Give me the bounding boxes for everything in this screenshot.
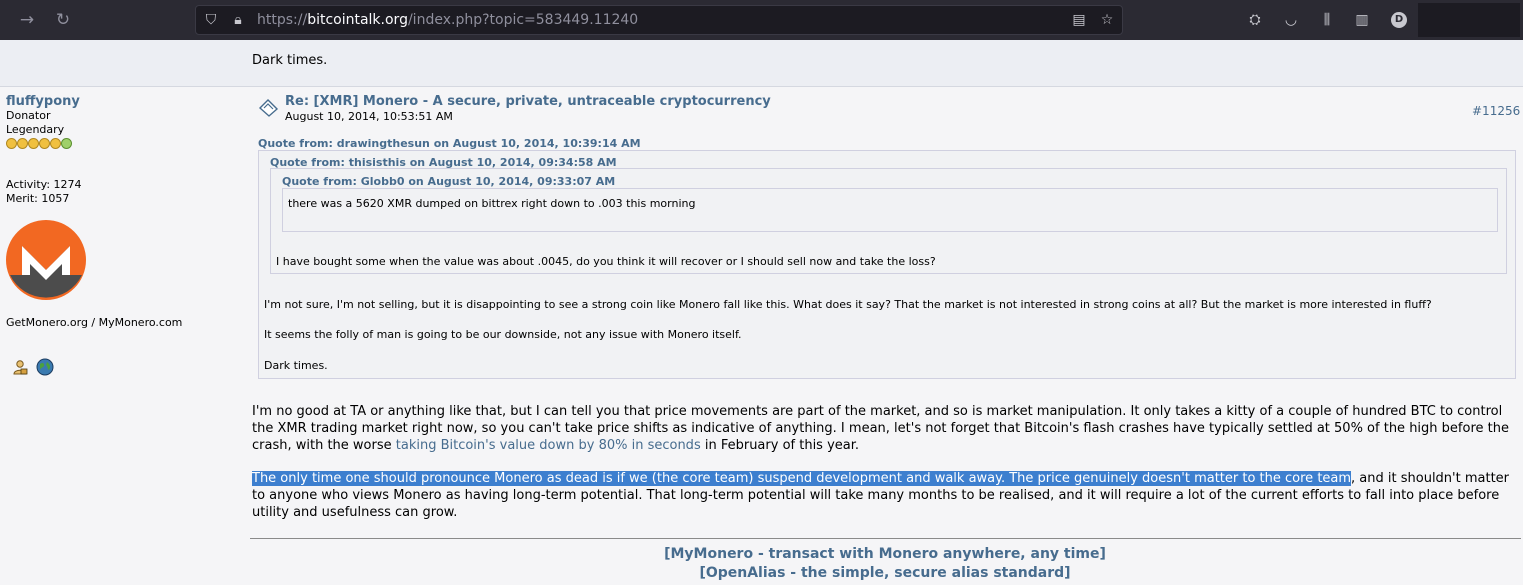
quote-text-drawingthesun-3: Dark times.	[264, 359, 328, 372]
post-message-icon	[258, 99, 279, 117]
bitcoin-flash-crash-link[interactable]: taking Bitcoin's value down by 80% in se…	[396, 438, 701, 453]
lock-icon[interactable]: 🔒︎	[229, 11, 247, 29]
poster-signature-sites: GetMonero.org / MyMonero.com	[6, 316, 183, 329]
rank-stars	[6, 138, 236, 150]
quote-box-globb0	[282, 188, 1498, 232]
reader-view-icon[interactable]: ▤	[1070, 11, 1088, 29]
forward-arrow-icon[interactable]: →	[16, 9, 38, 31]
poster-rank: Donator	[6, 109, 51, 122]
address-bar[interactable]: ⛉ 🔒︎ https://bitcointalk.org/index.php?t…	[195, 5, 1123, 35]
quote-header-drawingthesun[interactable]: Quote from: drawingthesun on August 10, …	[258, 137, 641, 150]
account-avatar[interactable]: D	[1391, 12, 1407, 28]
previous-post-tail: Dark times.	[0, 40, 1523, 87]
signature-divider	[250, 538, 1521, 539]
poster-merit: Merit: 1057	[6, 192, 70, 205]
paragraph-1-tail: in February of this year.	[700, 438, 860, 453]
pocket-icon[interactable]: ◡	[1281, 10, 1301, 30]
pocket-save-icon[interactable]: ⛭	[1245, 10, 1265, 30]
quote-text-thisisthis: I have bought some when the value was ab…	[276, 255, 936, 268]
post-paragraph-2: The only time one should pronounce Moner…	[252, 470, 1518, 521]
browser-toolbar: → ↻ ⛉ 🔒︎ https://bitcointalk.org/index.p…	[0, 0, 1523, 40]
star-icon	[39, 138, 50, 149]
poster-name-link[interactable]: fluffypony	[6, 94, 236, 109]
url-text[interactable]: https://bitcointalk.org/index.php?topic=…	[257, 12, 638, 29]
poster-info: fluffypony Donator Legendary Activity: 1…	[6, 94, 236, 376]
quote-text-drawingthesun-1: I'm not sure, I'm not selling, but it is…	[264, 298, 1432, 311]
quote-text-drawingthesun-2: It seems the folly of man is going to be…	[264, 328, 742, 341]
star-icon	[61, 138, 72, 149]
bookmark-star-icon[interactable]: ☆	[1098, 11, 1116, 29]
mymonero-signature-link[interactable]: [MyMonero - transact with Monero anywher…	[0, 546, 1523, 562]
selected-text[interactable]: The only time one should pronounce Moner…	[252, 471, 1352, 486]
library-icon[interactable]: ⫼	[1317, 10, 1337, 30]
previous-post-text: Dark times.	[252, 53, 328, 68]
toolbar-extension-area	[1418, 3, 1520, 37]
post-subject-link[interactable]: Re: [XMR] Monero - A secure, private, un…	[285, 94, 771, 109]
poster-rank-legendary: Legendary	[6, 123, 65, 136]
star-icon	[50, 138, 61, 149]
poster-icons	[12, 358, 54, 376]
quote-header-globb0[interactable]: Quote from: Globb0 on August 10, 2014, 0…	[282, 175, 615, 188]
profile-icon[interactable]	[12, 359, 28, 375]
post-number-link[interactable]: #11256	[1472, 104, 1520, 118]
openalias-signature-link[interactable]: [OpenAlias - the simple, secure alias st…	[0, 565, 1523, 581]
poster-activity: Activity: 1274	[6, 178, 82, 191]
reload-icon[interactable]: ↻	[52, 9, 74, 31]
post-paragraph-1: I'm no good at TA or anything like that,…	[252, 403, 1518, 454]
website-globe-icon[interactable]	[36, 358, 54, 376]
monero-logo-avatar	[6, 220, 86, 300]
forum-post: fluffypony Donator Legendary Activity: 1…	[0, 88, 1523, 585]
star-icon	[17, 138, 28, 149]
star-icon	[6, 138, 17, 149]
shield-icon[interactable]: ⛉	[202, 11, 220, 29]
sidebar-icon[interactable]: ▥	[1352, 10, 1372, 30]
post-date: August 10, 2014, 10:53:51 AM	[285, 110, 453, 123]
star-icon	[28, 138, 39, 149]
quote-text-globb0: there was a 5620 XMR dumped on bittrex r…	[288, 197, 696, 210]
